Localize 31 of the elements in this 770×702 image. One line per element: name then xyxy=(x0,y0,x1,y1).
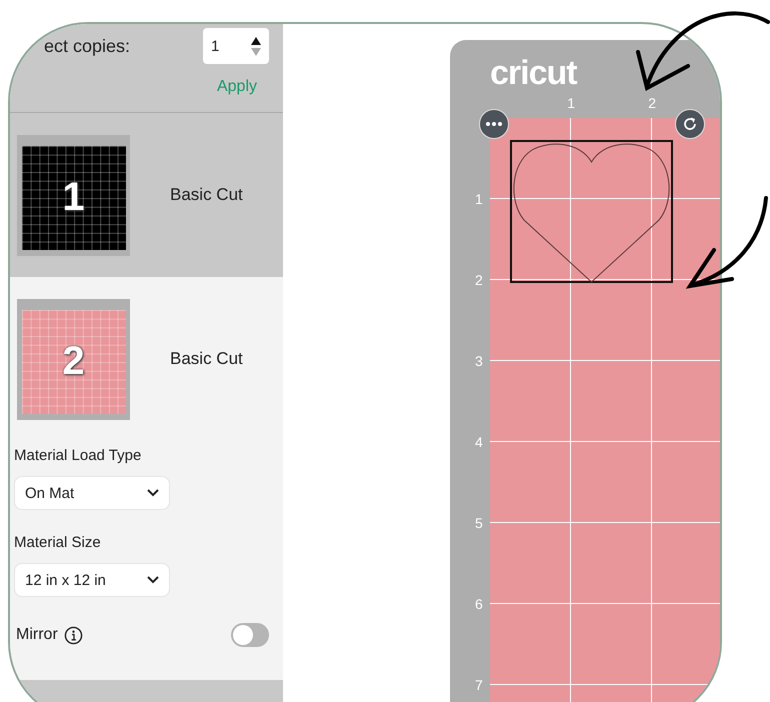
mat-row[interactable]: 1 Basic Cut xyxy=(10,113,283,277)
rotate-button[interactable] xyxy=(675,109,705,139)
ruler-number: 4 xyxy=(475,434,483,450)
ruler-number: 2 xyxy=(648,95,656,111)
ruler-number: 6 xyxy=(475,596,483,612)
ruler-number: 1 xyxy=(475,191,483,207)
chevron-down-icon xyxy=(147,489,159,497)
copies-label: ect copies: xyxy=(44,36,130,56)
mirror-toggle[interactable] xyxy=(231,623,269,647)
field-label: Material Load Type xyxy=(14,447,142,464)
ruler-number: 1 xyxy=(567,95,575,111)
up-arrow-icon[interactable] xyxy=(251,36,261,44)
ruler-number: 2 xyxy=(475,272,483,288)
chevron-down-icon xyxy=(147,576,159,584)
info-icon[interactable] xyxy=(64,626,83,644)
logo: cricut xyxy=(489,53,577,93)
rotate-icon xyxy=(682,116,698,132)
mat-label: Basic Cut xyxy=(170,185,243,205)
mat-thumbnail[interactable]: 1 xyxy=(17,134,130,256)
dropdown[interactable]: 12 in x 12 in xyxy=(14,563,170,597)
heart-selection[interactable] xyxy=(510,140,673,283)
ruler-number: 5 xyxy=(475,515,483,531)
mat-label: Basic Cut xyxy=(170,349,243,369)
field-label: Material Size xyxy=(14,534,102,551)
more-icon xyxy=(486,122,502,126)
dropdown[interactable]: On Mat xyxy=(14,476,170,510)
ruler-number: 7 xyxy=(475,677,483,693)
copies-spinner[interactable]: 1 xyxy=(203,28,269,64)
ruler-number: 3 xyxy=(475,353,483,369)
mirror-label: Mirror xyxy=(16,626,58,644)
more-button[interactable] xyxy=(479,109,509,139)
